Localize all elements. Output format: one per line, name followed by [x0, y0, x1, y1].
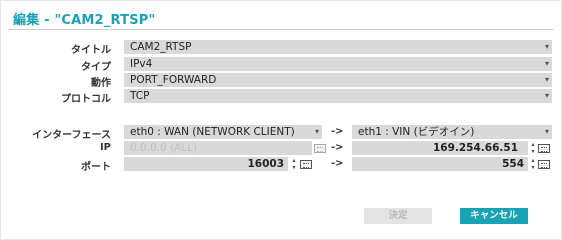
ip-label: IP	[99, 142, 111, 153]
ip-dest-spinner[interactable]: ▴ ▾	[529, 141, 537, 155]
keyboard-icon	[314, 144, 326, 153]
title-divider	[9, 29, 553, 30]
interface-source-select[interactable]: eth0 : WAN (NETWORK CLIENT) ▾	[124, 125, 322, 139]
title-input[interactable]: CAM2_RTSP ▾	[124, 40, 552, 54]
interface-dest-select[interactable]: eth1 : VIN (ビデオイン) ▾	[352, 125, 552, 139]
chevron-down-icon: ▾	[544, 42, 549, 51]
title-label: タイトル	[71, 45, 111, 56]
action-label: 動作	[91, 78, 111, 89]
keyboard-icon[interactable]	[300, 160, 312, 169]
edit-dialog: 編集 - "CAM2_RTSP" タイトル CAM2_RTSP ▾ タイプ IP…	[0, 0, 562, 240]
type-select[interactable]: IPv4 ▾	[124, 57, 552, 71]
port-label: ポート	[81, 162, 111, 173]
protocol-label: プロトコル	[61, 94, 111, 105]
ip-source-input: 0.0.0.0 (ALL)	[124, 141, 312, 155]
chevron-down-icon: ▾	[544, 75, 549, 84]
dialog-title: 編集 - "CAM2_RTSP"	[13, 13, 156, 28]
type-label: タイプ	[81, 62, 111, 73]
keyboard-icon[interactable]	[538, 160, 550, 169]
interface-arrow: ->	[331, 126, 344, 137]
keyboard-icon[interactable]	[538, 144, 550, 153]
ip-source-value: 0.0.0.0 (ALL)	[130, 142, 198, 154]
interface-dest-value: eth1 : VIN (ビデオイン)	[358, 126, 475, 138]
action-select[interactable]: PORT_FORWARD ▾	[124, 73, 552, 87]
ip-arrow: ->	[331, 142, 344, 153]
port-source-value: 16003	[247, 158, 284, 170]
cancel-button[interactable]: キャンセル	[460, 208, 528, 224]
port-source-input[interactable]: 16003	[124, 157, 288, 171]
interface-label: インターフェース	[32, 130, 111, 141]
port-dest-value: 554	[502, 158, 524, 170]
chevron-down-icon: ▾	[314, 127, 319, 136]
title-value: CAM2_RTSP	[130, 41, 192, 53]
interface-source-value: eth0 : WAN (NETWORK CLIENT)	[130, 126, 295, 138]
chevron-down-icon: ▾	[544, 59, 549, 68]
ip-dest-value: 169.254.66.51	[432, 142, 518, 154]
type-value: IPv4	[130, 58, 153, 70]
ok-button[interactable]: 決定	[364, 208, 432, 224]
protocol-value: TCP	[130, 90, 150, 102]
chevron-down-icon: ▾	[544, 91, 549, 100]
port-arrow: ->	[331, 158, 344, 169]
port-dest-spinner[interactable]: ▴ ▾	[529, 157, 537, 171]
protocol-select[interactable]: TCP ▾	[124, 89, 552, 103]
ip-dest-input[interactable]: 169.254.66.51	[352, 141, 528, 155]
chevron-down-icon: ▾	[544, 127, 549, 136]
action-value: PORT_FORWARD	[130, 74, 217, 86]
port-dest-input[interactable]: 554	[352, 157, 528, 171]
port-source-spinner[interactable]: ▴ ▾	[290, 157, 298, 171]
